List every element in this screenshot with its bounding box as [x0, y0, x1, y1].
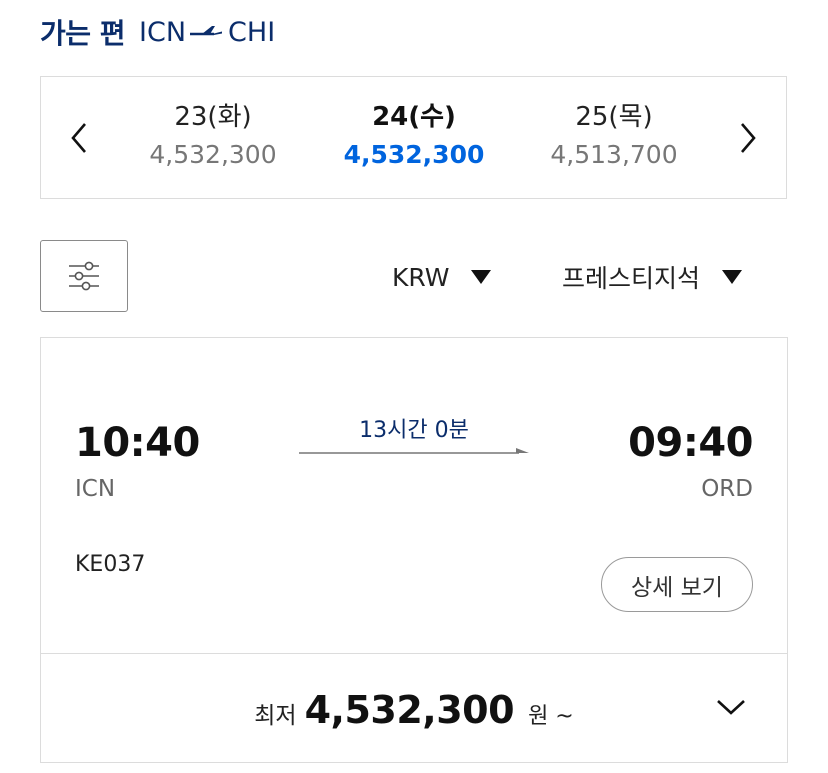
direction-label: 가는 편	[40, 17, 126, 50]
origin-code: ICN	[139, 16, 187, 48]
flight-duration: 13시간 0분	[359, 418, 469, 443]
date-option-25[interactable]: 25(목) 4,513,700	[514, 99, 714, 173]
lowest-fare: 최저 4,532,300 원 ~	[41, 688, 787, 732]
filter-button[interactable]	[40, 240, 128, 312]
next-date-button[interactable]	[728, 113, 768, 163]
duration-arrow-icon	[299, 448, 529, 454]
chevron-down-icon	[717, 700, 745, 715]
chevron-left-icon	[71, 123, 86, 153]
fare-toggle-row[interactable]: 최저 4,532,300 원 ~	[41, 654, 787, 764]
date-price: 4,532,300	[149, 140, 277, 169]
route: ICN CHI	[139, 17, 275, 48]
cabin-class-dropdown[interactable]: 프레스티지석	[562, 256, 743, 298]
date-label: 23(화)	[174, 102, 252, 132]
currency-value: KRW	[392, 262, 450, 292]
expand-fares-button[interactable]	[713, 692, 749, 722]
price-suffix: 원 ~	[528, 704, 574, 729]
sliders-icon	[69, 261, 99, 291]
date-label: 25(목)	[575, 102, 653, 132]
view-details-button[interactable]: 상세 보기	[601, 557, 753, 612]
departure-time: 10:40	[75, 420, 200, 466]
date-option-23[interactable]: 23(화) 4,532,300	[113, 99, 313, 173]
date-price: 4,532,300	[343, 140, 485, 169]
date-option-24-selected[interactable]: 24(수) 4,532,300	[314, 99, 514, 173]
airplane-icon	[188, 18, 226, 46]
date-label: 24(수)	[372, 102, 456, 132]
prev-date-button[interactable]	[59, 113, 99, 163]
cabin-class-value: 프레스티지석	[562, 264, 701, 293]
chevron-right-icon	[741, 123, 756, 153]
price-prefix: 최저	[254, 703, 297, 729]
departure-airport: ICN	[75, 476, 116, 502]
flight-card: 10:40 ICN 13시간 0분 09:40 ORD KE037 상세 보기 …	[40, 337, 788, 763]
page-title: 가는 편 ICN CHI	[40, 12, 275, 52]
caret-down-icon	[722, 270, 743, 284]
flight-number: KE037	[75, 552, 146, 577]
destination-code: CHI	[228, 16, 276, 48]
caret-down-icon	[471, 270, 492, 284]
arrival-time: 09:40	[628, 420, 753, 466]
date-selector: 23(화) 4,532,300 24(수) 4,532,300 25(목) 4,…	[40, 76, 787, 199]
currency-dropdown[interactable]: KRW	[392, 256, 492, 298]
price-amount: 4,532,300	[304, 688, 515, 732]
date-price: 4,513,700	[550, 140, 678, 169]
arrival-airport: ORD	[701, 476, 753, 502]
